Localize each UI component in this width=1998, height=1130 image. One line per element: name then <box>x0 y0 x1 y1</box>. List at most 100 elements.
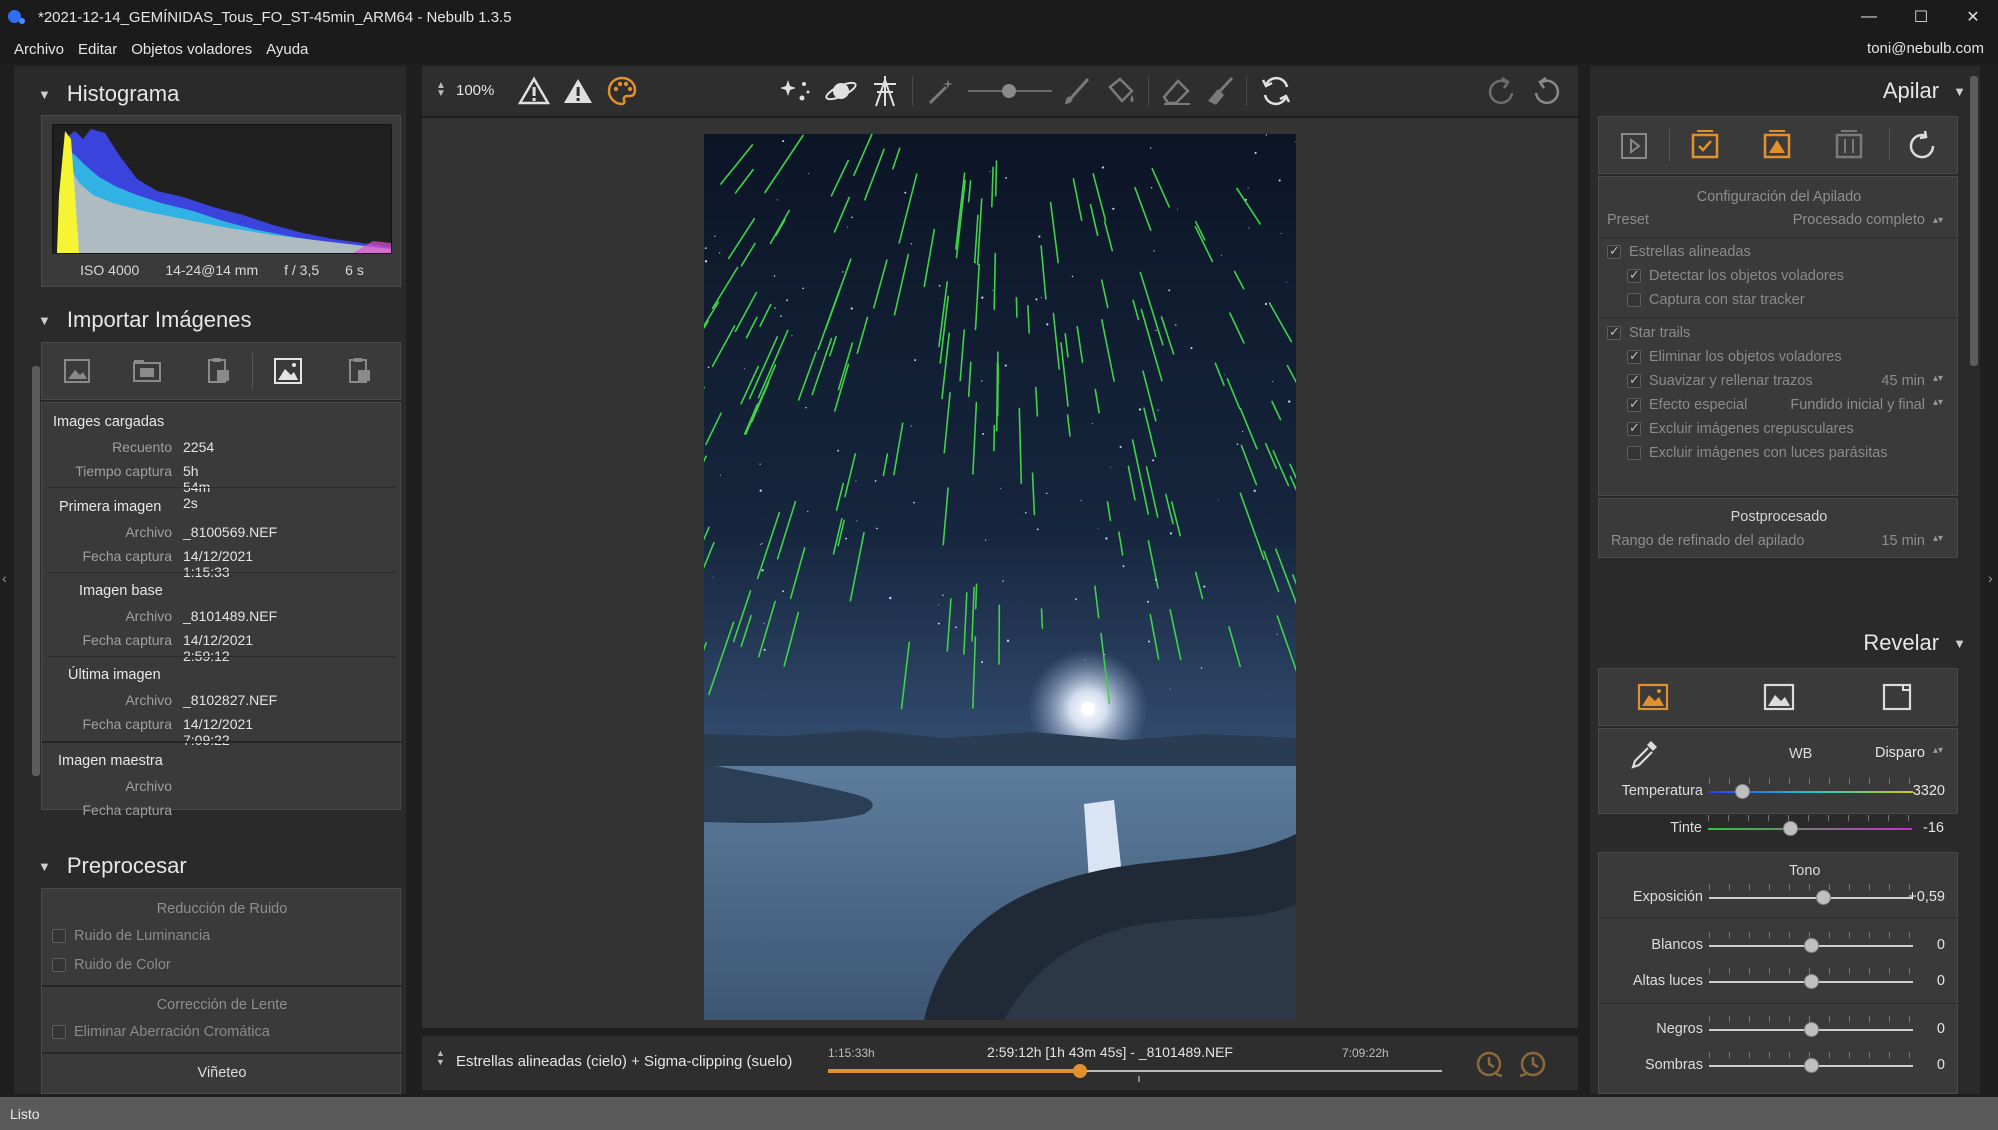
tint-slider[interactable]: Tinte -16 <box>1598 814 1958 844</box>
collapse-right-icon[interactable]: › <box>1988 570 1993 586</box>
compare-stack-icon[interactable] <box>1833 129 1865 161</box>
tint-value[interactable]: -16 <box>1900 820 1944 836</box>
shadow-clipping-warning-icon[interactable] <box>518 76 550 106</box>
color-noise-option[interactable]: Ruido de Color <box>52 957 171 973</box>
mode-spinner-icon[interactable]: ▲ ▼ <box>436 1049 445 1067</box>
maximize-icon[interactable]: ☐ <box>1898 0 1944 34</box>
star-tracker-option[interactable]: Captura con star tracker <box>1627 292 1805 308</box>
power-tower-icon[interactable] <box>870 74 900 108</box>
remove-flying-option[interactable]: Eliminar los objetos voladores <box>1627 348 1842 365</box>
highlights-value[interactable]: 0 <box>1901 973 1945 989</box>
spinner-icon[interactable]: ▴▾ <box>1933 397 1943 413</box>
special-effect-checkbox[interactable] <box>1627 396 1641 412</box>
smooth-trails-checkbox[interactable] <box>1627 372 1641 388</box>
special-effect-option[interactable]: Efecto especial <box>1627 396 1747 413</box>
left-scrollbar[interactable] <box>32 366 40 776</box>
clock-back-icon[interactable] <box>1474 1049 1504 1079</box>
shadows-knob[interactable] <box>1804 1058 1819 1073</box>
eraser-icon[interactable] <box>1160 75 1194 107</box>
collapse-triangle-icon[interactable]: ▼ <box>1953 636 1966 651</box>
stars-icon[interactable] <box>780 76 812 106</box>
menu-objetos-voladores[interactable]: Objetos voladores <box>124 41 259 58</box>
temperature-knob[interactable] <box>1734 784 1750 799</box>
highlights-slider[interactable]: Altas luces 0 <box>1599 967 1959 997</box>
refresh-icon[interactable] <box>1260 75 1292 107</box>
exposure-track[interactable] <box>1709 897 1913 899</box>
collapse-triangle-icon[interactable]: ▼ <box>1953 84 1966 99</box>
menu-archivo[interactable]: Archivo <box>0 41 71 58</box>
minimize-icon[interactable]: — <box>1846 0 1892 34</box>
zoom-spinner-down-icon[interactable]: ▼ <box>436 88 446 99</box>
whites-knob[interactable] <box>1804 938 1819 953</box>
wb-select[interactable]: Disparo ▴▾ <box>1875 745 1943 761</box>
blacks-slider[interactable]: Negros 0 <box>1599 1015 1959 1045</box>
luminance-checkbox[interactable] <box>52 929 66 943</box>
develop-photo-icon[interactable] <box>1637 682 1669 712</box>
smooth-duration-select[interactable]: 45 min ▴▾ <box>1881 373 1943 389</box>
user-account[interactable]: toni@nebulb.com <box>1867 40 1984 57</box>
shadows-slider[interactable]: Sombras 0 <box>1599 1051 1959 1081</box>
color-palette-icon[interactable] <box>606 75 638 107</box>
temperature-slider[interactable]: Temperatura 3320 <box>1599 777 1959 807</box>
develop-header[interactable]: Revelar ▼ <box>1863 630 1966 656</box>
close-icon[interactable]: ✕ <box>1950 0 1996 34</box>
clock-forward-icon[interactable] <box>1518 1049 1548 1079</box>
star-trails-checkbox[interactable] <box>1607 324 1621 340</box>
import-folder-icon[interactable] <box>112 347 182 395</box>
develop-landscape-icon[interactable] <box>1763 682 1795 712</box>
detect-flying-option[interactable]: Detectar los objetos voladores <box>1627 267 1844 284</box>
aligned-stars-icon[interactable] <box>1689 129 1721 161</box>
paint-bucket-icon[interactable] <box>1104 75 1138 107</box>
chromatic-checkbox[interactable] <box>52 1025 66 1039</box>
play-stack-icon[interactable] <box>1619 131 1649 161</box>
refine-range-select[interactable]: 15 min ▴▾ <box>1881 533 1943 549</box>
collapse-triangle-icon[interactable]: ▼ <box>38 313 51 328</box>
star-trails-option[interactable]: Star trails <box>1607 324 1690 341</box>
temperature-value[interactable]: 3320 <box>1901 783 1945 799</box>
brush-size-knob[interactable] <box>1002 84 1016 98</box>
menu-ayuda[interactable]: Ayuda <box>259 41 315 58</box>
planet-icon[interactable] <box>824 76 858 106</box>
preprocess-header[interactable]: ▼ Preprocesar <box>14 848 187 884</box>
image-viewer[interactable] <box>422 118 1578 1028</box>
stack-header[interactable]: Apilar ▼ <box>1883 78 1966 104</box>
exposure-value[interactable]: +0,59 <box>1901 889 1945 905</box>
tint-track[interactable] <box>1708 828 1912 830</box>
crop-icon[interactable] <box>1881 682 1913 712</box>
blacks-value[interactable]: 0 <box>1901 1021 1945 1037</box>
import-base-image-icon[interactable] <box>253 347 323 395</box>
eyedropper-icon[interactable] <box>1627 737 1661 771</box>
star-trails-icon[interactable] <box>1761 129 1793 161</box>
vignette-title[interactable]: Viñeteo <box>42 1065 402 1081</box>
collapse-triangle-icon[interactable]: ▼ <box>38 859 51 874</box>
whites-value[interactable]: 0 <box>1901 937 1945 953</box>
undo-icon[interactable] <box>1530 75 1562 107</box>
aligned-stars-option[interactable]: Estrellas alineadas <box>1607 243 1751 260</box>
import-images-icon[interactable] <box>42 347 112 395</box>
import-header[interactable]: ▼ Importar Imágenes <box>14 302 252 338</box>
import-darks-icon[interactable] <box>182 347 252 395</box>
exposure-knob[interactable] <box>1816 890 1832 905</box>
aligned-stars-checkbox[interactable] <box>1607 243 1621 259</box>
blacks-knob[interactable] <box>1804 1022 1819 1037</box>
spinner-icon[interactable]: ▴▾ <box>1933 745 1943 761</box>
import-flats-icon[interactable] <box>323 347 393 395</box>
exclude-parasitic-option[interactable]: Excluir imágenes con luces parásitas <box>1627 445 1888 461</box>
stacking-mode[interactable]: Estrellas alineadas (cielo) + Sigma-clip… <box>456 1053 792 1070</box>
highlights-knob[interactable] <box>1804 974 1819 989</box>
preset-select[interactable]: Procesado completo ▴▾ <box>1793 212 1943 228</box>
star-tracker-checkbox[interactable] <box>1627 293 1641 307</box>
brush-icon[interactable] <box>1062 75 1094 107</box>
magic-wand-icon[interactable] <box>926 75 958 107</box>
timeline-handle[interactable] <box>1072 1064 1087 1078</box>
menu-editar[interactable]: Editar <box>71 41 124 58</box>
collapse-left-icon[interactable]: ‹ <box>2 570 7 586</box>
chromatic-aberration-option[interactable]: Eliminar Aberración Cromática <box>52 1024 270 1040</box>
collapse-triangle-icon[interactable]: ▼ <box>38 87 51 102</box>
tint-knob[interactable] <box>1782 821 1798 836</box>
spinner-icon[interactable]: ▴▾ <box>1933 533 1943 549</box>
luminance-noise-option[interactable]: Ruido de Luminancia <box>52 928 210 944</box>
histogram-header[interactable]: ▼ Histograma <box>14 76 179 112</box>
zoom-level[interactable]: 100% <box>456 82 494 99</box>
whites-slider[interactable]: Blancos 0 <box>1599 931 1959 961</box>
